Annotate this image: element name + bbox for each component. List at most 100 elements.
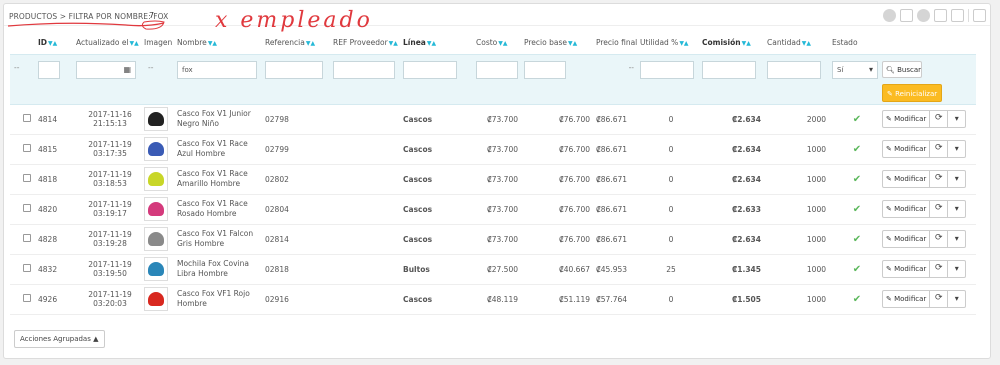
table-row[interactable]: 4815 2017-11-19 03:17:35 Casco Fox V1 Rac…	[10, 134, 976, 165]
cell-name: Casco Fox VF1 Rojo Hombre	[177, 284, 265, 315]
table-row[interactable]: 4828 2017-11-19 03:19:28 Casco Fox V1 Fal…	[10, 224, 976, 255]
cell-status[interactable]: ✔	[832, 254, 882, 285]
table-row[interactable]: 4814 2017-11-16 21:15:13 Casco Fox V1 Jun…	[10, 104, 976, 135]
cell-status[interactable]: ✔	[832, 284, 882, 315]
chevron-down-icon[interactable]: ▾	[948, 200, 967, 218]
row-checkbox[interactable]	[23, 204, 31, 212]
check-icon[interactable]: ✔	[853, 234, 861, 245]
refresh-icon[interactable]: ⟳	[930, 140, 949, 158]
cell-final-price: ₡86.671	[596, 194, 640, 225]
cell-base-price: ₡76.700	[524, 164, 596, 195]
filter-dash: --	[14, 62, 20, 72]
check-icon[interactable]: ✔	[853, 174, 861, 185]
cell-commission: ₡2.634	[702, 134, 767, 165]
table-row[interactable]: 4820 2017-11-19 03:19:17 Casco Fox V1 Rac…	[10, 194, 976, 225]
row-checkbox[interactable]	[23, 294, 31, 302]
filter-status-select[interactable]: Sí	[832, 60, 878, 79]
product-thumbnail	[144, 197, 168, 221]
cell-status[interactable]: ✔	[832, 104, 882, 135]
col-utility[interactable]: Utilidad %▼▲	[640, 32, 702, 54]
filter-date-input[interactable]: ▦	[76, 60, 136, 79]
chevron-down-icon[interactable]: ▾	[948, 290, 967, 308]
filter-cost-input[interactable]	[476, 60, 518, 79]
reset-button[interactable]: ✎ Reinicializar	[882, 83, 942, 102]
check-icon[interactable]: ✔	[853, 204, 861, 215]
filter-reference-input[interactable]	[265, 60, 323, 79]
row-checkbox[interactable]	[23, 144, 31, 152]
col-reference[interactable]: Referencia▼▲	[265, 32, 333, 54]
filter-id-input[interactable]	[38, 60, 60, 79]
row-checkbox[interactable]	[23, 264, 31, 272]
search-button[interactable]: 🔍︎ Buscar	[882, 60, 922, 78]
chevron-down-icon[interactable]: ▾	[948, 170, 967, 188]
col-base-price[interactable]: Precio base▼▲	[524, 32, 596, 54]
add-icon[interactable]	[883, 9, 896, 22]
cell-quantity: 1000	[767, 194, 832, 225]
filter-supplier-ref-input[interactable]	[333, 60, 395, 79]
filter-name-input[interactable]: fox	[177, 60, 257, 79]
products-table: ID▼▲ Actualizado el▼▲ Imagen Nombre▼▲ Re…	[10, 32, 976, 315]
caret-up-icon: ▲	[93, 335, 99, 343]
refresh-icon[interactable]: ⟳	[930, 290, 949, 308]
modify-button[interactable]: ✎ Modificar	[882, 140, 931, 158]
refresh-icon[interactable]	[951, 9, 964, 22]
filter-line-input[interactable]	[403, 60, 457, 79]
col-id[interactable]: ID▼▲	[38, 32, 76, 54]
row-checkbox[interactable]	[23, 234, 31, 242]
refresh-icon[interactable]: ⟳	[930, 230, 949, 248]
filter-commission-input[interactable]	[702, 60, 756, 79]
pencil-icon: ✎	[886, 235, 892, 243]
chevron-down-icon[interactable]: ▾	[948, 260, 967, 278]
export-icon[interactable]	[917, 9, 930, 22]
chevron-down-icon[interactable]: ▾	[948, 110, 967, 128]
cell-status[interactable]: ✔	[832, 164, 882, 195]
database-icon[interactable]	[973, 9, 986, 22]
col-supplier-ref[interactable]: REF Proveedor▼▲	[333, 32, 403, 54]
refresh-icon[interactable]: ⟳	[930, 110, 949, 128]
table-row[interactable]: 4818 2017-11-19 03:18:53 Casco Fox V1 Rac…	[10, 164, 976, 195]
chevron-down-icon[interactable]: ▾	[948, 230, 967, 248]
cell-status[interactable]: ✔	[832, 224, 882, 255]
table-row[interactable]: 4832 2017-11-19 03:19:50 Mochila Fox Covi…	[10, 254, 976, 285]
refresh-icon[interactable]: ⟳	[930, 200, 949, 218]
filter-base-price-input[interactable]	[524, 60, 566, 79]
table-row[interactable]: 4926 2017-11-19 03:20:03 Casco Fox VF1 Ro…	[10, 284, 976, 315]
row-checkbox[interactable]	[23, 174, 31, 182]
modify-button[interactable]: ✎ Modificar	[882, 230, 931, 248]
product-thumbnail	[144, 257, 168, 281]
check-icon[interactable]: ✔	[853, 264, 861, 275]
cell-status[interactable]: ✔	[832, 134, 882, 165]
col-name[interactable]: Nombre▼▲	[177, 32, 265, 54]
cell-base-price: ₡40.667	[524, 254, 596, 285]
col-commission[interactable]: Comisión▼▲	[702, 32, 767, 54]
row-checkbox[interactable]	[23, 114, 31, 122]
col-quantity[interactable]: Cantidad▼▲	[767, 32, 832, 54]
filter-utility-input[interactable]	[640, 60, 694, 79]
modify-button[interactable]: ✎ Modificar	[882, 170, 931, 188]
check-icon[interactable]: ✔	[853, 144, 861, 155]
modify-button[interactable]: ✎ Modificar	[882, 260, 931, 278]
cell-actions: ✎ Modificar ⟳ ▾	[882, 104, 976, 135]
chevron-down-icon[interactable]: ▾	[948, 140, 967, 158]
modify-button[interactable]: ✎ Modificar	[882, 290, 931, 308]
code-icon[interactable]	[934, 9, 947, 22]
col-line[interactable]: Línea▼▲	[403, 32, 476, 54]
import-icon[interactable]	[900, 9, 913, 22]
cell-updated: 2017-11-16 21:15:13	[76, 104, 144, 135]
cell-cost: ₡27.500	[476, 254, 524, 285]
modify-button[interactable]: ✎ Modificar	[882, 200, 931, 218]
filter-quantity-input[interactable]	[767, 60, 821, 79]
check-icon[interactable]: ✔	[853, 294, 861, 305]
cell-status[interactable]: ✔	[832, 194, 882, 225]
cell-commission: ₡2.634	[702, 104, 767, 135]
check-icon[interactable]: ✔	[853, 114, 861, 125]
col-cost[interactable]: Costo▼▲	[476, 32, 524, 54]
refresh-icon[interactable]: ⟳	[930, 170, 949, 188]
modify-button[interactable]: ✎ Modificar	[882, 110, 931, 128]
refresh-icon[interactable]: ⟳	[930, 260, 949, 278]
calendar-icon[interactable]: ▦	[123, 65, 131, 74]
col-updated[interactable]: Actualizado el▼▲	[76, 32, 144, 54]
cell-final-price: ₡86.671	[596, 164, 640, 195]
cell-actions: ✎ Modificar ⟳ ▾	[882, 284, 976, 315]
bulk-actions-button[interactable]: Acciones Agrupadas ▲	[14, 330, 105, 348]
